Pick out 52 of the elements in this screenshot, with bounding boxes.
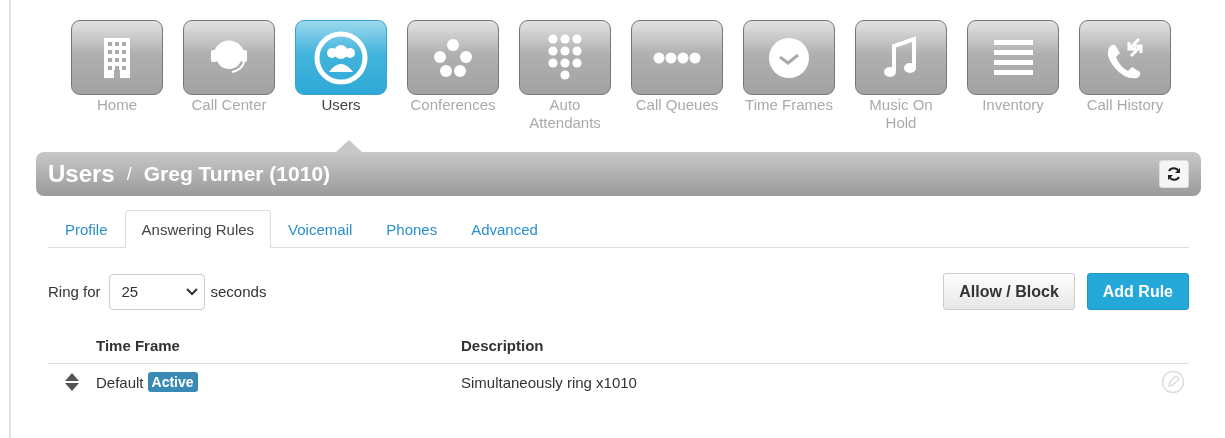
column-header: Time Frame [96, 337, 181, 354]
nav-tile[interactable] [295, 20, 387, 95]
dots-icon [652, 50, 702, 65]
ring-duration-select[interactable]: 25 [108, 273, 205, 310]
headset-icon [209, 40, 249, 75]
breadcrumb-separator: / [126, 163, 132, 185]
nav-tile[interactable] [743, 20, 835, 95]
nav-tile[interactable] [855, 20, 947, 95]
seconds-label: seconds [210, 283, 267, 300]
list-icon [992, 39, 1034, 76]
nav-label[interactable]: Call Queues [631, 96, 723, 114]
nav-tile[interactable] [967, 20, 1059, 95]
users-icon [314, 30, 368, 85]
nav-tile[interactable] [71, 20, 163, 95]
status-badge: Active [147, 372, 198, 392]
keypad-icon [547, 33, 583, 82]
nav-label[interactable]: Home [71, 96, 163, 114]
table-cell: Default [96, 373, 144, 391]
nav-label[interactable]: Users [295, 96, 387, 114]
nav-label[interactable]: Auto Attendants [519, 96, 611, 132]
table-cell-text: Simultaneously ring x1010 [461, 373, 638, 391]
tab[interactable]: Phones [369, 210, 455, 248]
tab[interactable]: Advanced [454, 210, 555, 248]
add-rule-button[interactable]: Add Rule [1086, 273, 1189, 310]
nav-tile[interactable] [183, 20, 275, 95]
tab[interactable]: Profile [48, 210, 125, 248]
breadcrumb-section[interactable]: Users [48, 160, 115, 188]
nav-label[interactable]: Time Frames [743, 96, 835, 114]
nav-tile[interactable] [631, 20, 723, 95]
nav-label[interactable]: Inventory [967, 96, 1059, 114]
nav-label[interactable]: Call History [1079, 96, 1171, 114]
ring-for-label: Ring for [48, 283, 101, 300]
nav-tile[interactable] [407, 20, 499, 95]
building-icon [102, 35, 132, 80]
refresh-icon [1166, 166, 1182, 182]
column-header: Description [461, 337, 545, 354]
nav-label[interactable]: Conferences [407, 96, 499, 114]
tab[interactable]: Answering Rules [124, 210, 272, 248]
phone-icon [1105, 35, 1145, 80]
nav-label[interactable]: Music On Hold [855, 96, 947, 132]
dots-icon [433, 37, 473, 78]
clock-icon [768, 36, 810, 79]
reorder-handle-icon[interactable] [64, 372, 80, 392]
nav-tile[interactable] [1079, 20, 1171, 95]
music-note-icon [883, 35, 919, 80]
tab[interactable]: Voicemail [271, 210, 370, 248]
page-title: Greg Turner (1010) [143, 162, 332, 186]
refresh-button[interactable] [1159, 160, 1189, 188]
allow-block-button[interactable]: Allow / Block [943, 273, 1075, 310]
nav-label[interactable]: Call Center [183, 96, 275, 114]
nav-tile[interactable] [519, 20, 611, 95]
chevron-down-icon [185, 287, 198, 296]
